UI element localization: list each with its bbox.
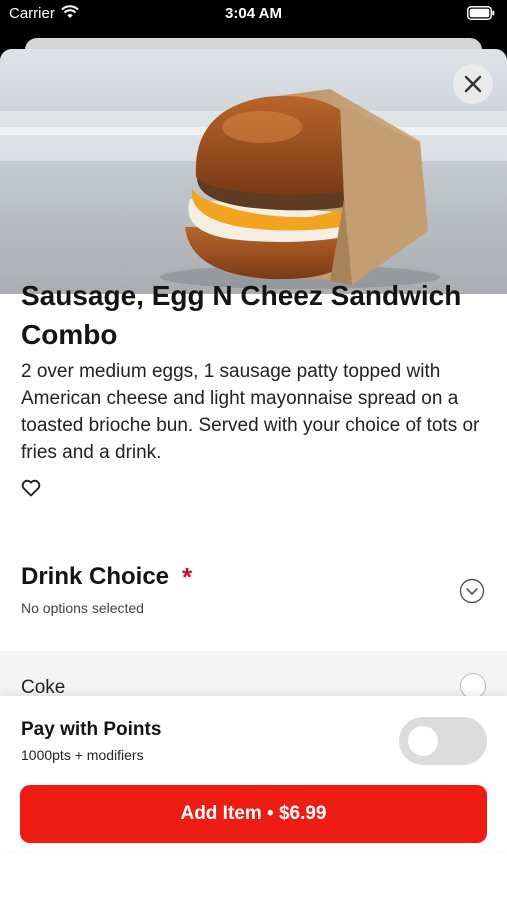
points-subtitle: 1000pts + modifiers (21, 747, 144, 763)
checkout-footer: Pay with Points 1000pts + modifiers Add … (0, 696, 507, 851)
add-item-button[interactable]: Add Item • $6.99 (20, 785, 487, 843)
battery-icon (467, 6, 495, 25)
options-list: Coke (0, 651, 507, 701)
status-time: 3:04 AM (225, 5, 282, 22)
product-image (0, 49, 507, 294)
chevron-down-icon[interactable] (459, 578, 485, 609)
toggle-knob (408, 726, 438, 756)
status-bar: Carrier 3:04 AM (0, 0, 507, 28)
modifier-status: No options selected (21, 600, 144, 616)
points-title: Pay with Points (21, 719, 162, 740)
product-description: 2 over medium eggs, 1 sausage patty topp… (21, 361, 480, 463)
modifier-title: Drink Choice (21, 563, 170, 590)
pay-with-points-toggle[interactable] (399, 717, 487, 765)
item-detail-sheet: Sausage, Egg N Cheez Sandwich Combo 2 ov… (0, 49, 507, 900)
heart-icon[interactable] (21, 479, 41, 502)
product-title: Sausage, Egg N Cheez Sandwich Combo (21, 280, 462, 350)
app-screen: Carrier 3:04 AM Sausage, Egg N Cheez San… (0, 0, 507, 900)
drink-choice-header[interactable]: Drink Choice * No options selected (0, 545, 507, 651)
close-icon (464, 75, 482, 93)
required-indicator: * (182, 562, 193, 592)
close-button[interactable] (453, 64, 493, 104)
